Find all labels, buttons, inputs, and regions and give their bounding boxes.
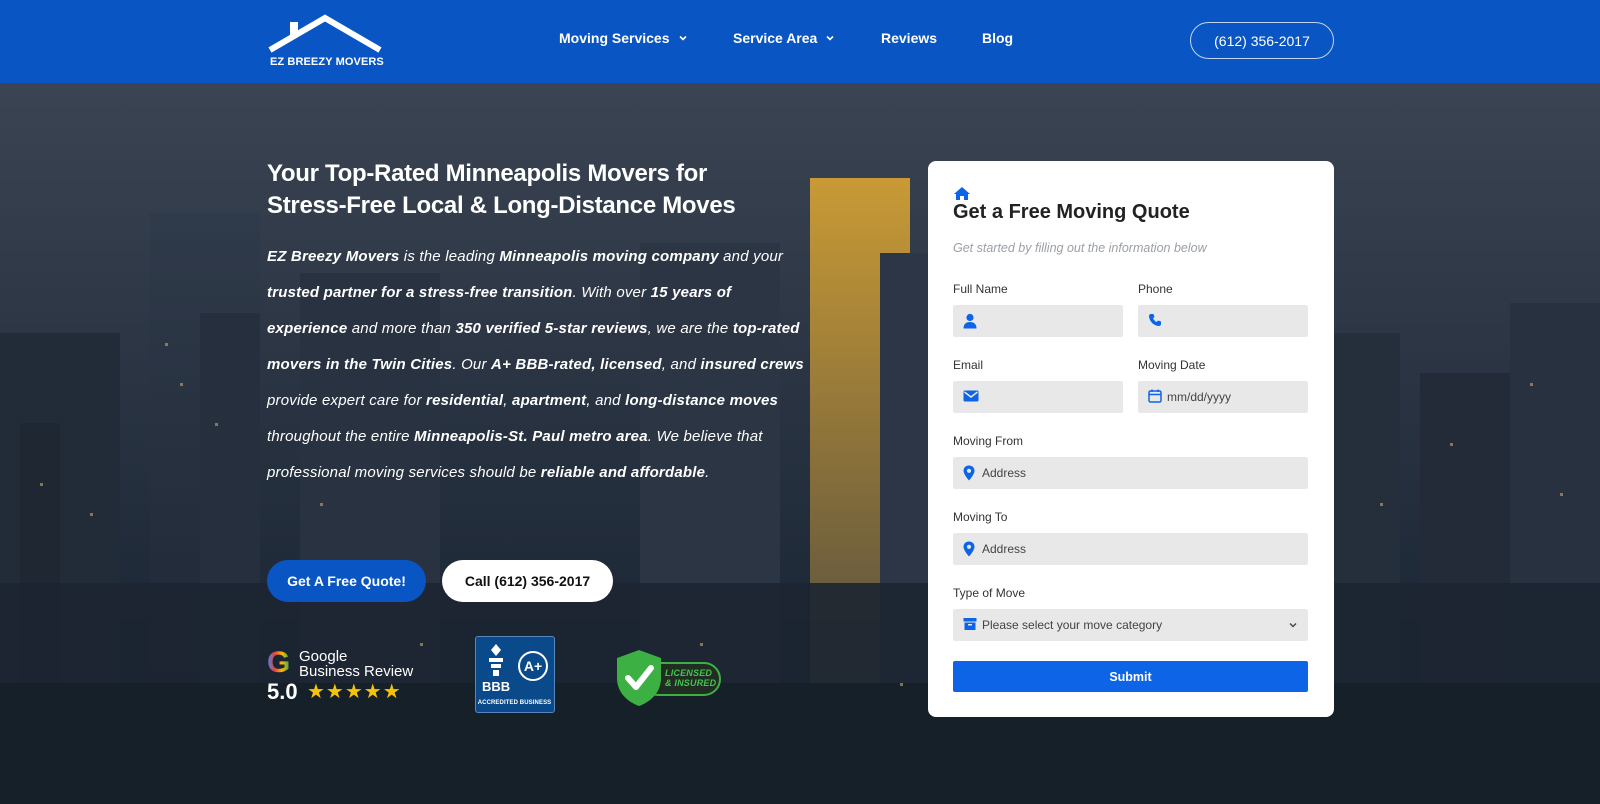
bbb-letters: BBB (482, 679, 511, 694)
bbb-grade: A+ (518, 651, 548, 681)
move-type-placeholder: Please select your move category (982, 618, 1163, 632)
map-pin-icon (963, 541, 975, 557)
bbb-accredited-text: ACCREDITED BUSINESS (477, 700, 552, 706)
calendar-icon (1148, 389, 1162, 403)
move-type-select[interactable]: Please select your move category (953, 609, 1308, 641)
logo-text: EZ BREEZY MOVERS (270, 56, 384, 68)
house-roof-icon (268, 14, 382, 53)
hero-text: . With over (572, 284, 651, 301)
moving-from-placeholder: Address (982, 466, 1027, 480)
hero-text: , and (586, 392, 626, 409)
hero-highlight-text: insured crews (700, 356, 804, 373)
license-text: LICENSED & INSURED (665, 668, 716, 688)
nav-label: Reviews (881, 30, 938, 46)
hero-highlight-text: residential (426, 392, 504, 409)
google-g-letter: G (267, 646, 291, 679)
nav-moving-services[interactable]: Moving Services (559, 30, 688, 46)
logo[interactable]: EZ BREEZY MOVERS (266, 12, 384, 72)
hero-highlight-text: EZ Breezy Movers (267, 248, 400, 265)
hero-highlight-text: apartment (512, 392, 587, 409)
chevron-down-icon (826, 35, 834, 41)
google-review-badge: G Google Business Review 5.0 ★★★★★ (267, 648, 417, 704)
phone-label: Phone (1138, 282, 1173, 296)
shield-check-icon (617, 650, 661, 706)
license-line1: LICENSED (665, 668, 713, 678)
hero-highlight-text: reliable and affordable (540, 464, 706, 481)
call-button[interactable]: Call (612) 356-2017 (442, 560, 613, 602)
google-score: 5.0 (267, 679, 298, 704)
full-name-input[interactable] (953, 305, 1123, 337)
box-icon (963, 618, 977, 630)
submit-button[interactable]: Submit (953, 661, 1308, 692)
hero-text: , (503, 392, 513, 409)
google-name: Google (299, 648, 348, 665)
hero-title: Your Top-Rated Minneapolis Movers for St… (267, 158, 827, 222)
hero-description: EZ Breezy Movers is the leading Minneapo… (267, 239, 807, 491)
get-free-quote-button[interactable]: Get A Free Quote! (267, 560, 426, 602)
google-subtitle: Business Review (299, 663, 414, 680)
hero-text: . (705, 464, 710, 481)
hero-text: and your (718, 248, 784, 265)
move-type-label: Type of Move (953, 586, 1026, 600)
site-header: EZ BREEZY MOVERS Moving Services Service… (0, 0, 1600, 83)
chevron-down-icon (1289, 623, 1297, 628)
moving-date-label: Moving Date (1138, 358, 1206, 372)
bbb-badge: BBB A+ ACCREDITED BUSINESS (475, 636, 555, 713)
moving-to-input[interactable]: Address (953, 533, 1308, 565)
moving-from-input[interactable]: Address (953, 457, 1308, 489)
star-rating-icon: ★★★★★ (307, 681, 402, 703)
nav-label: Moving Services (559, 30, 670, 46)
moving-from-label: Moving From (953, 434, 1024, 448)
license-line2: & INSURED (665, 678, 717, 688)
bbb-torch-icon (489, 644, 503, 676)
home-icon (954, 187, 970, 200)
hero-text: , and (661, 356, 701, 373)
hero-highlight-text: trusted partner for a stress-free transi… (267, 284, 573, 301)
hero-text: . Our (452, 356, 492, 373)
nav-reviews[interactable]: Reviews (881, 30, 937, 46)
full-name-label: Full Name (953, 282, 1008, 296)
envelope-icon (963, 390, 979, 402)
form-subtitle: Get started by filling out the informati… (953, 241, 1207, 255)
hero-highlight-text: Minneapolis-St. Paul metro area (414, 428, 648, 445)
moving-date-placeholder: mm/dd/yyyy (1167, 390, 1232, 404)
hero-text: provide expert care for (267, 392, 427, 409)
quote-form: Get a Free Moving Quote Get started by f… (928, 161, 1334, 717)
moving-to-label: Moving To (953, 510, 1008, 524)
nav-label: Blog (982, 30, 1014, 46)
phone-input[interactable] (1138, 305, 1308, 337)
moving-date-input[interactable]: mm/dd/yyyy (1138, 381, 1308, 413)
hero-title-line1: Your Top-Rated Minneapolis Movers for (267, 160, 708, 187)
nav-label: Service Area (733, 30, 818, 46)
nav-service-area[interactable]: Service Area (733, 30, 835, 46)
hero-text: , we are the (647, 320, 733, 337)
hero-highlight-text: 350 verified 5-star reviews (455, 320, 648, 337)
hero-title-line2: Stress-Free Local & Long-Distance Moves (267, 192, 736, 219)
email-input[interactable] (953, 381, 1123, 413)
moving-to-placeholder: Address (982, 542, 1027, 556)
hero-text: and more than (347, 320, 456, 337)
map-pin-icon (963, 465, 975, 481)
google-logo-icon: G (267, 648, 290, 678)
hero-highlight-text: A+ BBB-rated, licensed (491, 356, 662, 373)
user-icon (963, 313, 977, 329)
hero-text: is the leading (399, 248, 500, 265)
email-label: Email (953, 358, 984, 372)
licensed-insured-badge: LICENSED & INSURED (613, 648, 723, 708)
header-phone-button[interactable]: (612) 356-2017 (1190, 22, 1334, 59)
hero-text: throughout the entire (267, 428, 415, 445)
hero-highlight-text: Minneapolis moving company (499, 248, 719, 265)
form-title: Get a Free Moving Quote (953, 201, 1190, 223)
nav-blog[interactable]: Blog (982, 30, 1013, 46)
hero-highlight-text: long-distance moves (625, 392, 779, 409)
chevron-down-icon (678, 35, 687, 41)
phone-icon (1149, 314, 1161, 326)
